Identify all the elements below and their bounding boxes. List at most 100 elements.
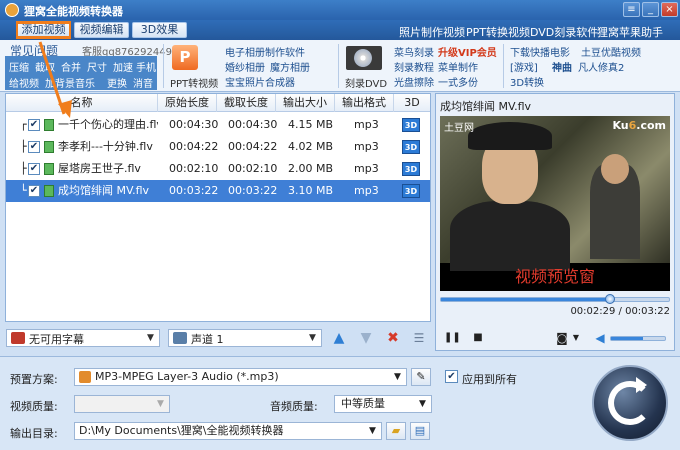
chevron-down-icon[interactable]: ▼ [366,424,379,438]
col-orig-length[interactable]: 原始长度 [158,94,217,112]
shenqu-link[interactable]: 神曲 [552,59,572,74]
col-output-format[interactable]: 输出格式 [335,94,394,112]
3d-settings-icon[interactable]: 3D [402,118,420,132]
table-row[interactable]: ┌ ✔ 一千个伤心的理由.flv 00:04:30 00:04:30 4.15 … [6,114,430,136]
output-format: mp3 [354,140,379,153]
seek-handle[interactable] [604,294,615,304]
ppt-to-video-label[interactable]: PPT转视频 [170,75,218,90]
chevron-down-icon[interactable]: ▼ [154,397,167,411]
row-checkbox[interactable]: ✔ [28,119,40,131]
video-quality-select[interactable]: ▼ [74,395,170,413]
faq-merge[interactable]: 合并 [61,59,81,74]
tudou-youku-link[interactable]: 土豆优酷视频 [581,44,641,59]
output-size: 4.15 MB [288,118,334,131]
faq-mute[interactable]: 消音 [133,75,153,90]
move-up-button[interactable]: ▲ [331,330,347,346]
delete-button[interactable]: ✖ [385,330,401,346]
audio-track-select[interactable]: 声道 1 ▼ [168,329,322,347]
faq-replace[interactable]: 更换 [107,75,127,90]
divider [503,44,504,88]
chevron-down-icon[interactable]: ▼ [416,397,429,411]
file-name: 一千个伤心的理由.flv [58,118,158,131]
subtitle-select[interactable]: 无可用字幕 ▼ [6,329,160,347]
table-row-selected[interactable]: └ ✔ 成均馆绯闻 MV.flv 00:03:22 00:03:22 3.10 … [6,180,430,202]
file-name: 李孝利---十分钟.flv [58,140,153,153]
settings-wrench-button[interactable]: ✎ [411,368,431,386]
volume-slider[interactable] [610,336,666,341]
vip-upgrade-link[interactable]: 升级VIP会员 [438,44,497,59]
menu-make-link[interactable]: 菜单制作 [438,59,478,74]
app-logo-icon [5,3,19,17]
dvd-icon[interactable] [346,46,382,70]
video-edit-button[interactable]: 视频编辑 [74,22,129,38]
burn-tutorial-link[interactable]: 刻录教程 [394,59,434,74]
fanren-link[interactable]: 凡人修真2 [578,59,624,74]
chevron-down-icon[interactable]: ▼ [144,331,157,345]
seek-bar[interactable] [440,294,670,304]
audio-quality-select[interactable]: 中等质量 ▼ [334,395,432,413]
chevron-down-icon[interactable]: ▼ [568,330,584,346]
col-cut-length[interactable]: 截取长度 [217,94,276,112]
subtitle-value: 无可用字幕 [29,333,84,346]
game-link[interactable]: [游戏] [510,59,538,74]
faq-phone[interactable]: 手机 [136,59,156,74]
orig-length: 00:03:22 [169,184,219,197]
apple-helper-link[interactable]: 狸窝苹果助手 [597,24,663,40]
ppt-video-link[interactable]: PPT转换视频 [466,24,530,40]
3d-convert-link[interactable]: 3D转换 [510,74,544,89]
dvd-burn-link[interactable]: DVD刻录软件 [530,24,598,40]
faq-compress[interactable]: 压缩 [9,59,29,74]
clear-list-button[interactable]: ☰ [411,330,427,346]
col-output-size[interactable]: 输出大小 [276,94,335,112]
apply-all-label[interactable]: 应用到所有 [462,371,517,387]
menu-icon[interactable]: ≡ [623,2,640,17]
volume-icon[interactable]: ◀ [592,330,608,346]
watermark-right: Ku6.com [612,119,666,132]
album-maker-link[interactable]: 电子相册制作软件 [225,44,305,59]
qvod-movie-link[interactable]: 下载快播电影 [510,44,570,59]
stop-button[interactable]: ■ [470,330,486,346]
3d-settings-icon[interactable]: 3D [402,162,420,176]
convert-button[interactable] [592,365,668,441]
faq-give-video[interactable]: 给视频 [9,75,39,90]
table-row[interactable]: ├ ✔ 屋塔房王世子.flv 00:02:10 00:02:10 2.00 MB… [6,158,430,180]
file-name: 屋塔房王世子.flv [58,162,141,175]
preset-select[interactable]: MP3-MPEG Layer-3 Audio (*.mp3) ▼ [74,368,407,386]
chevron-down-icon[interactable]: ▼ [391,370,404,384]
easy-burn-link[interactable]: 菜鸟刻录 [394,44,434,59]
close-button[interactable]: × [661,2,678,17]
col-3d[interactable]: 3D [394,94,430,112]
table-row[interactable]: ├ ✔ 李孝利---十分钟.flv 00:04:22 00:04:22 4.02… [6,136,430,158]
disc-erase-link[interactable]: 光盘擦除 [394,74,434,89]
row-checkbox[interactable]: ✔ [28,163,40,175]
row-checkbox[interactable]: ✔ [28,185,40,197]
baby-photo-link[interactable]: 宝宝照片合成器 [225,74,295,89]
open-folder-button[interactable]: ▤ [410,422,430,440]
apply-all-checkbox[interactable]: ✔ [445,370,458,383]
faq-speed[interactable]: 加速 [113,59,133,74]
minimize-button[interactable]: _ [642,2,659,17]
row-checkbox[interactable]: ✔ [28,141,40,153]
multi-copy-link[interactable]: 一式多份 [438,74,478,89]
faq-size[interactable]: 尺寸 [87,59,107,74]
faq-trim[interactable]: 截取 [35,59,55,74]
3d-effect-button[interactable]: 3D效果 [132,22,187,38]
output-dir-field[interactable]: D:\My Documents\狸窝\全能视频转换器 ▼ [74,422,382,440]
cube-album-link[interactable]: 魔方相册 [270,59,310,74]
burn-dvd-label[interactable]: 刻录DVD [345,75,387,90]
move-down-button[interactable]: ▼ [358,330,374,346]
divider [163,44,164,88]
faq-bg-music[interactable]: 加背景音乐 [45,75,95,90]
ppt-icon[interactable]: P [172,45,198,70]
wedding-album-link[interactable]: 婚纱相册 [225,59,265,74]
photo-video-link[interactable]: 照片制作视频 [399,24,465,40]
video-preview[interactable]: 土豆网 Ku6.com 视频预览窗 [440,116,670,291]
file-name: 成均馆绯闻 MV.flv [58,184,150,197]
chevron-down-icon[interactable]: ▼ [306,331,319,345]
3d-settings-icon[interactable]: 3D [402,184,420,198]
folder-icon[interactable]: ▰ [386,422,406,440]
output-format: mp3 [354,184,379,197]
3d-settings-icon[interactable]: 3D [402,140,420,154]
pause-button[interactable]: ❚❚ [444,330,461,346]
col-name[interactable]: 名称 [6,94,158,112]
